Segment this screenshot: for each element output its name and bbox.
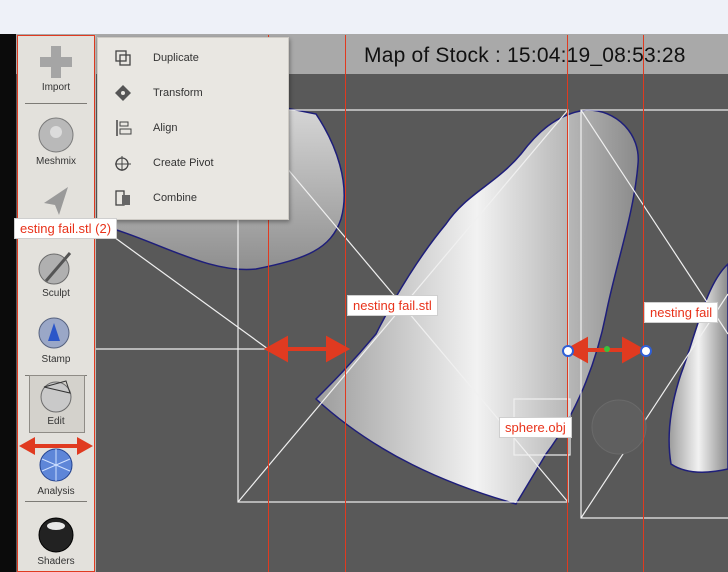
toolbar-divider	[25, 103, 87, 104]
tool-meshmix[interactable]: Meshmix	[17, 115, 95, 167]
window-left-edge	[0, 34, 16, 572]
menu-item-transform[interactable]: Transform	[98, 77, 288, 109]
object-label-nesting-fail-2[interactable]: esting fail.stl (2)	[14, 218, 118, 239]
object-label-nesting-fail[interactable]: nesting fail.stl	[347, 295, 438, 316]
menu-item-create-pivot[interactable]: Create Pivot	[98, 147, 288, 179]
toolbar-width-arrow	[19, 437, 93, 455]
menu-item-combine[interactable]: Combine	[98, 182, 288, 214]
tool-shaders[interactable]: Shaders	[17, 515, 95, 567]
guide-line	[345, 35, 346, 572]
guide-line	[567, 35, 568, 572]
tool-edit[interactable]: Edit	[17, 375, 95, 433]
stamp-icon	[38, 317, 70, 349]
menu-item-align[interactable]: Align	[98, 112, 288, 144]
left-toolbar: Import Meshmix Sculpt Stamp Edit Analysi…	[17, 35, 96, 572]
mesh-nesting-fail-3	[668, 262, 728, 474]
combine-icon	[115, 190, 130, 206]
toolbar-divider	[25, 501, 87, 502]
tool-sculpt[interactable]: Sculpt	[17, 247, 95, 299]
shader-sphere-icon	[38, 517, 74, 553]
plus-icon	[40, 46, 72, 78]
top-bar	[0, 0, 728, 34]
edit-menu: Duplicate Transform Align Create Pivot C…	[97, 37, 289, 220]
tool-select[interactable]	[17, 183, 95, 219]
duplicate-icon	[115, 50, 131, 66]
menu-item-duplicate[interactable]: Duplicate	[98, 42, 288, 74]
object-label-sphere[interactable]: sphere.obj	[499, 417, 572, 438]
tool-stamp[interactable]: Stamp	[17, 313, 95, 365]
map-title: Map of Stock : 15:04:19_08:53:28	[364, 44, 686, 67]
arrow-cursor-icon	[44, 187, 68, 215]
center-handle	[604, 346, 610, 352]
object-label-nesting-fail-3[interactable]: nesting fail	[644, 302, 719, 323]
tool-import[interactable]: Import	[17, 43, 95, 93]
spacing-handle-left[interactable]	[562, 345, 574, 357]
meshmix-ball-icon	[38, 117, 74, 153]
pivot-gizmo	[591, 399, 647, 455]
align-icon	[116, 120, 132, 136]
edit-sphere-icon	[40, 380, 72, 413]
pivot-icon	[115, 156, 131, 171]
brush-ball-icon	[38, 252, 72, 285]
spacing-handle-right[interactable]	[640, 345, 652, 357]
transform-icon	[115, 85, 131, 101]
